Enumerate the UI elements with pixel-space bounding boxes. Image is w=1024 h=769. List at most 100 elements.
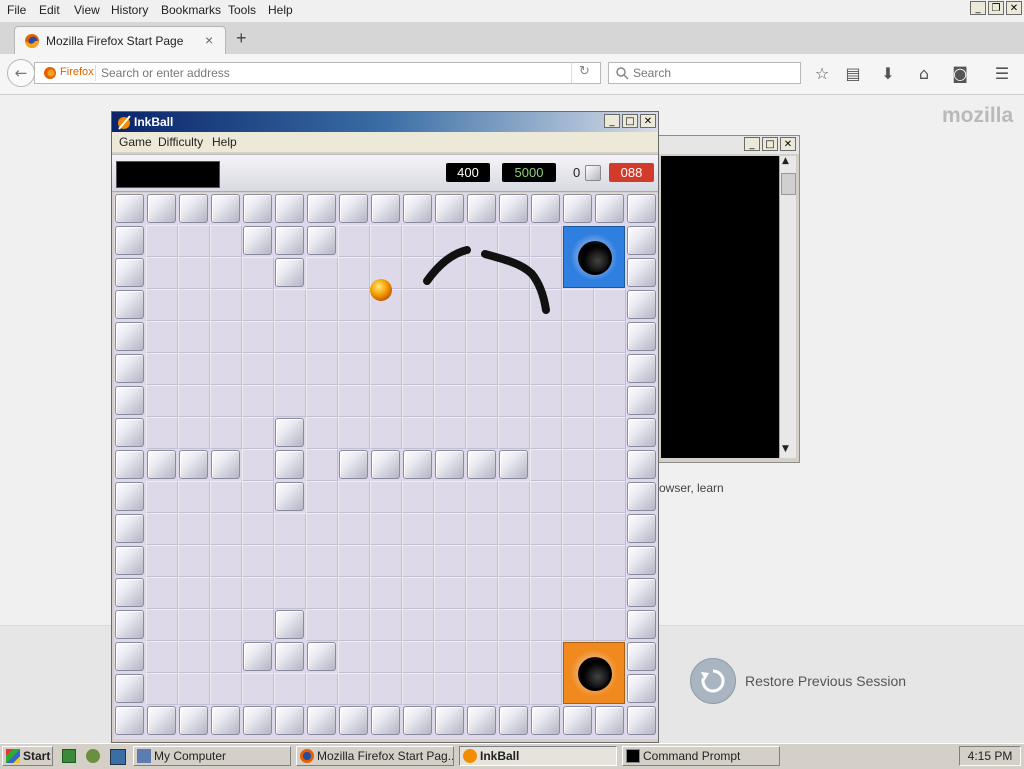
menu-history[interactable]: History [111, 3, 148, 17]
inkball-window[interactable]: InkBall _ □ ✕ Game Difficulty Help 400 5… [111, 111, 659, 743]
board-cell [562, 417, 594, 449]
wall-block [115, 546, 144, 575]
inkball-app-icon [118, 115, 131, 130]
wall-block [467, 450, 496, 479]
task-firefox[interactable]: Mozilla Firefox Start Pag... [296, 746, 454, 766]
game-board[interactable] [114, 193, 658, 739]
pocket-icon[interactable]: ◙ [949, 64, 971, 84]
board-cell [370, 417, 402, 449]
cmd-console[interactable] [661, 156, 779, 458]
board-cell [210, 673, 242, 705]
firefox-icon [25, 34, 39, 48]
board-cell [434, 225, 466, 257]
cmd-scrollbar[interactable]: ▲ ▼ [779, 156, 796, 458]
menu-view[interactable]: View [74, 3, 100, 17]
downloads-icon[interactable]: ⬇ [877, 64, 899, 84]
tab-firefox-start-page[interactable]: Mozilla Firefox Start Page × [14, 26, 226, 55]
back-button[interactable]: ← [7, 59, 35, 87]
board-cell [146, 225, 178, 257]
board-cell [210, 321, 242, 353]
quicklaunch-show-desktop-icon[interactable] [62, 749, 76, 763]
board-cell [402, 481, 434, 513]
board-cell [338, 577, 370, 609]
inkball-minimize-button[interactable]: _ [604, 114, 620, 128]
board-cell [466, 353, 498, 385]
board-cell [402, 577, 434, 609]
wall-block [115, 258, 144, 287]
tab-close-icon[interactable]: × [205, 32, 213, 48]
menu-help[interactable]: Help [212, 135, 237, 149]
task-inkball[interactable]: InkBall [459, 746, 617, 766]
menu-bookmarks[interactable]: Bookmarks [161, 3, 221, 17]
hamburger-menu-icon[interactable]: ☰ [991, 64, 1013, 84]
board-cell [594, 417, 626, 449]
inkball-close-button[interactable]: ✕ [640, 114, 656, 128]
url-bar[interactable]: Firefox Search or enter address ↻ [34, 62, 601, 84]
restore-button[interactable]: ❐ [988, 1, 1004, 15]
inkball-titlebar[interactable]: InkBall _ □ ✕ [112, 112, 658, 132]
home-icon[interactable]: ⌂ [913, 64, 935, 84]
bookmark-star-icon[interactable]: ☆ [811, 64, 833, 84]
command-prompt-window[interactable]: _ □ ✕ ▲ ▼ [655, 135, 800, 463]
board-cell [530, 289, 562, 321]
menu-game[interactable]: Game [119, 135, 152, 149]
menu-difficulty[interactable]: Difficulty [158, 135, 203, 149]
board-cell [338, 321, 370, 353]
restore-session-label[interactable]: Restore Previous Session [745, 673, 906, 689]
board-cell [370, 545, 402, 577]
search-box[interactable]: Search [608, 62, 801, 84]
quicklaunch-browser-icon[interactable] [110, 749, 126, 765]
minimize-button[interactable]: _ [970, 1, 986, 15]
bookmarks-menu-icon[interactable]: ▤ [842, 64, 864, 84]
wall-block [115, 706, 144, 735]
wall-block [179, 194, 208, 223]
menu-help[interactable]: Help [268, 3, 293, 17]
start-label: Start [23, 749, 51, 763]
wall-block [371, 706, 400, 735]
inkball-task-icon [463, 749, 477, 763]
board-cell [402, 321, 434, 353]
task-command-prompt[interactable]: Command Prompt [622, 746, 780, 766]
back-arrow-icon: ← [14, 64, 28, 82]
board-cell [594, 321, 626, 353]
board-cell [562, 609, 594, 641]
menu-edit[interactable]: Edit [39, 3, 60, 17]
cmd-close-button[interactable]: ✕ [780, 137, 796, 151]
new-tab-button[interactable]: + [236, 28, 247, 49]
board-cell [434, 641, 466, 673]
cmd-titlebar[interactable]: _ □ ✕ [656, 136, 799, 154]
board-cell [434, 673, 466, 705]
board-cell [434, 417, 466, 449]
scroll-down-icon[interactable]: ▼ [782, 444, 789, 454]
board-cell [210, 289, 242, 321]
cmd-minimize-button[interactable]: _ [744, 137, 760, 151]
search-input[interactable]: Search [633, 66, 671, 80]
cmd-maximize-button[interactable]: □ [762, 137, 778, 151]
board-cell [146, 545, 178, 577]
task-label: My Computer [154, 749, 227, 763]
task-my-computer[interactable]: My Computer [133, 746, 291, 766]
board-cell [498, 417, 530, 449]
scroll-up-icon[interactable]: ▲ [782, 156, 789, 166]
board-cell [466, 289, 498, 321]
address-input[interactable]: Search or enter address [101, 66, 230, 80]
close-button[interactable]: ✕ [1006, 1, 1022, 15]
board-cell [338, 257, 370, 289]
board-cell [434, 385, 466, 417]
system-clock[interactable]: 4:15 PM [959, 746, 1021, 766]
wall-block [339, 450, 368, 479]
scroll-thumb[interactable] [781, 173, 796, 195]
spare-count: 0 [573, 165, 581, 180]
board-cell [498, 513, 530, 545]
quicklaunch-app-icon[interactable] [86, 749, 100, 763]
menu-tools[interactable]: Tools [228, 3, 256, 17]
menu-file[interactable]: File [7, 3, 26, 17]
board-cell [274, 545, 306, 577]
wall-block [211, 194, 240, 223]
restore-session-button[interactable] [690, 658, 736, 704]
reload-icon[interactable]: ↻ [579, 64, 590, 79]
start-button[interactable]: Start [2, 746, 53, 766]
board-cell [402, 385, 434, 417]
wall-block [243, 706, 272, 735]
inkball-maximize-button[interactable]: □ [622, 114, 638, 128]
